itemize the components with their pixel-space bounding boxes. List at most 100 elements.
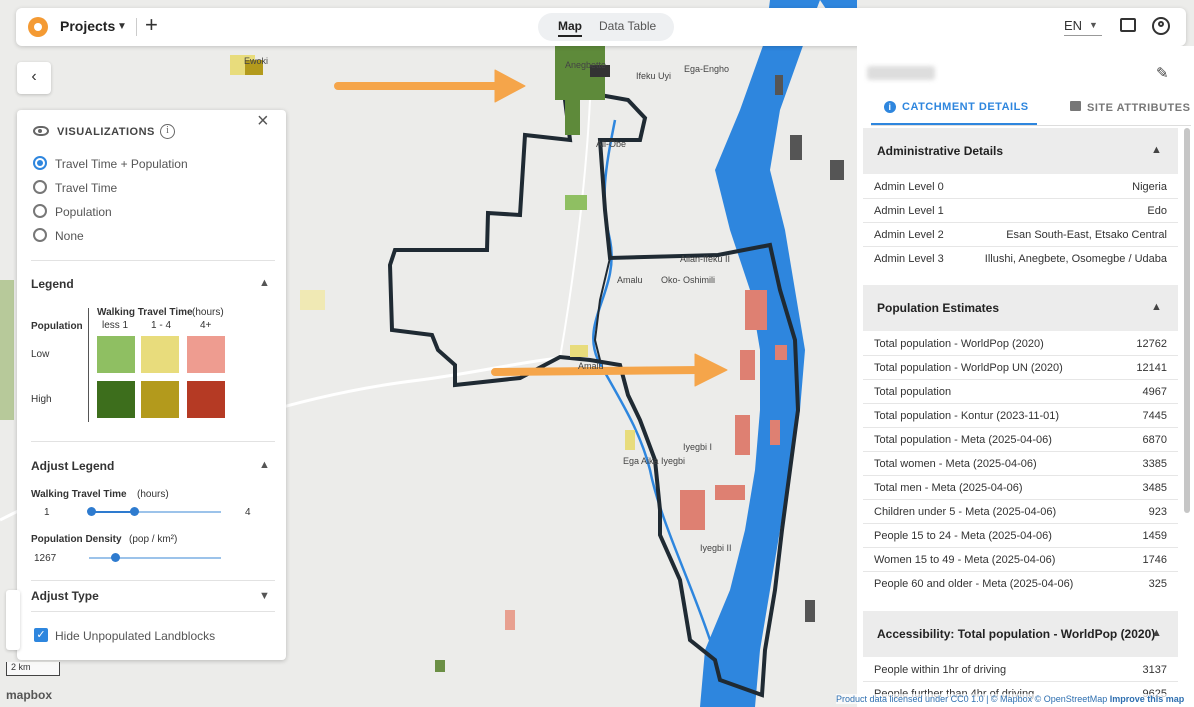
section-title: Accessibility: Total population - WorldP… — [877, 627, 1156, 641]
hide-unpopulated-checkbox[interactable]: ✓ — [34, 628, 48, 642]
tab-data-table[interactable]: Data Table — [599, 19, 656, 33]
map-label: Iyegbi II — [700, 543, 732, 553]
projects-menu[interactable]: Projects — [60, 18, 115, 34]
map-label: Amalu — [578, 361, 604, 371]
hide-unpopulated-label[interactable]: Hide Unpopulated Landblocks — [55, 629, 215, 643]
info-icon[interactable]: i — [160, 124, 175, 139]
chevron-up-icon[interactable]: ▲ — [259, 277, 270, 289]
tab-label: SITE ATTRIBUTES — [1087, 102, 1191, 114]
account-icon[interactable] — [1152, 17, 1170, 35]
section-admin-details[interactable]: Administrative Details ▲ — [863, 128, 1178, 174]
divider — [31, 441, 275, 442]
legend-col: 1 - 4 — [151, 320, 172, 331]
travel-min-value: 1 — [44, 507, 50, 518]
table-row: Total population - Kontur (2023-11-01) 74… — [863, 404, 1178, 428]
table-row: Total population 4967 — [863, 380, 1178, 404]
add-project-button[interactable]: + — [145, 13, 158, 37]
app-logo[interactable] — [28, 17, 48, 37]
radio-none[interactable] — [33, 228, 47, 242]
density-slider-thumb[interactable] — [111, 553, 120, 562]
edit-icon[interactable]: ✎ — [1156, 64, 1169, 82]
legend-col: less 1 — [102, 320, 129, 331]
tab-catchment-details[interactable]: i CATCHMENT DETAILS — [884, 101, 1029, 113]
chevron-up-icon[interactable]: ▲ — [259, 459, 270, 471]
radio-travel-time[interactable] — [33, 180, 47, 194]
radio-population[interactable] — [33, 204, 47, 218]
visualizations-title: VISUALIZATIONS — [57, 126, 155, 138]
legend-row-header: Population — [31, 321, 83, 332]
divider — [31, 260, 275, 261]
table-row: Children under 5 - Meta (2025-04-06) 923 — [863, 500, 1178, 524]
radio-travel-time-population[interactable] — [33, 156, 47, 170]
table-row: People 60 and older - Meta (2025-04-06) 3… — [874, 578, 1167, 590]
tab-site-attributes[interactable]: SITE ATTRIBUTES — [1070, 101, 1190, 114]
density-value: 1267 — [34, 553, 57, 564]
attribution-text[interactable]: Product data licensed under CC0 1.0 | © … — [836, 694, 1107, 704]
tabs-divider — [871, 125, 1191, 126]
legend-col-header: Walking Travel Time — [97, 307, 193, 318]
density-slider-label: Population Density — [31, 534, 122, 545]
mapbox-logo[interactable]: mapbox — [6, 688, 52, 702]
eye-icon — [33, 126, 49, 136]
legend-swatch-high-4plus — [187, 381, 225, 418]
legend-header[interactable]: Legend — [31, 277, 74, 291]
map-label: Ali-Obe — [596, 139, 626, 149]
table-row: Admin Level 2 Esan South-East, Etsako Cen… — [863, 223, 1178, 247]
table-row: Total men - Meta (2025-04-06) 3485 — [863, 476, 1178, 500]
tab-label: CATCHMENT DETAILS — [902, 101, 1029, 113]
legend-swatch-high-less1 — [97, 381, 135, 418]
table-row: Total population - WorldPop UN (2020) 121… — [863, 356, 1178, 380]
chat-icon[interactable] — [1120, 18, 1136, 32]
visualizations-panel: × VISUALIZATIONS i Travel Time + Populat… — [17, 110, 286, 660]
divider — [31, 611, 275, 612]
table-row: Women 15 to 49 - Meta (2025-04-06) 1746 — [863, 548, 1178, 572]
map-label: Iyegbi I — [683, 442, 712, 452]
map-label: Anegbette — [565, 60, 606, 70]
legend-col-unit: (hours) — [192, 307, 224, 318]
legend-row-low: Low — [31, 349, 50, 360]
chevron-down-icon[interactable]: ▼ — [1089, 20, 1098, 30]
map-label: Ega-Engho — [684, 64, 729, 74]
radio-label[interactable]: None — [55, 229, 84, 243]
adjust-type-header[interactable]: Adjust Type — [31, 589, 99, 603]
chevron-down-icon[interactable]: ▼ — [117, 21, 127, 32]
site-attributes-icon — [1070, 101, 1081, 111]
table-row: People 15 to 24 - Meta (2025-04-06) 1459 — [863, 524, 1178, 548]
table-row: Admin Level 1 Edo — [863, 199, 1178, 223]
adjust-legend-header[interactable]: Adjust Legend — [31, 459, 114, 473]
legend-swatch-low-4plus — [187, 336, 225, 373]
travel-time-slider-range — [93, 511, 135, 513]
table-row: Admin Level 0 Nigeria — [863, 175, 1178, 199]
info-icon: i — [884, 101, 896, 113]
map-label: Amalu — [617, 275, 643, 285]
chevron-up-icon[interactable]: ▲ — [1151, 627, 1162, 639]
site-details-panel: ✎ i CATCHMENT DETAILS SITE ATTRIBUTES Adm… — [857, 46, 1194, 707]
tab-map[interactable]: Map — [558, 19, 582, 37]
section-population-estimates[interactable]: Population Estimates ▲ — [863, 285, 1178, 331]
radio-label[interactable]: Population — [55, 205, 112, 219]
map-label: Ega Aika Iyegbi — [623, 456, 685, 466]
close-icon[interactable]: × — [257, 110, 269, 133]
map-label: Ifeku Uyi — [636, 71, 671, 81]
chevron-up-icon[interactable]: ▲ — [1151, 301, 1162, 313]
map-label: Oko- Oshimili — [661, 275, 715, 285]
table-row: People within 1hr of driving 3137 — [863, 658, 1178, 682]
travel-slider-thumb-min[interactable] — [87, 507, 96, 516]
section-accessibility[interactable]: Accessibility: Total population - WorldP… — [863, 611, 1178, 657]
back-button[interactable]: ‹ — [17, 62, 51, 94]
radio-label[interactable]: Travel Time + Population — [55, 157, 188, 171]
site-name-blurred — [867, 66, 935, 80]
legend-swatch-high-1to4 — [141, 381, 179, 418]
travel-max-value: 4 — [245, 507, 251, 518]
zoom-controls[interactable] — [6, 590, 20, 650]
chevron-up-icon[interactable]: ▲ — [1151, 144, 1162, 156]
density-slider[interactable] — [89, 557, 221, 559]
scale-bar: 2 km — [6, 662, 60, 676]
section-title: Administrative Details — [877, 144, 1004, 158]
section-title: Population Estimates — [877, 301, 1000, 315]
travel-slider-thumb-max[interactable] — [130, 507, 139, 516]
improve-map-link[interactable]: Improve this map — [1110, 694, 1185, 704]
radio-label[interactable]: Travel Time — [55, 181, 117, 195]
scrollbar[interactable] — [1184, 128, 1190, 513]
chevron-down-icon[interactable]: ▼ — [259, 590, 270, 602]
